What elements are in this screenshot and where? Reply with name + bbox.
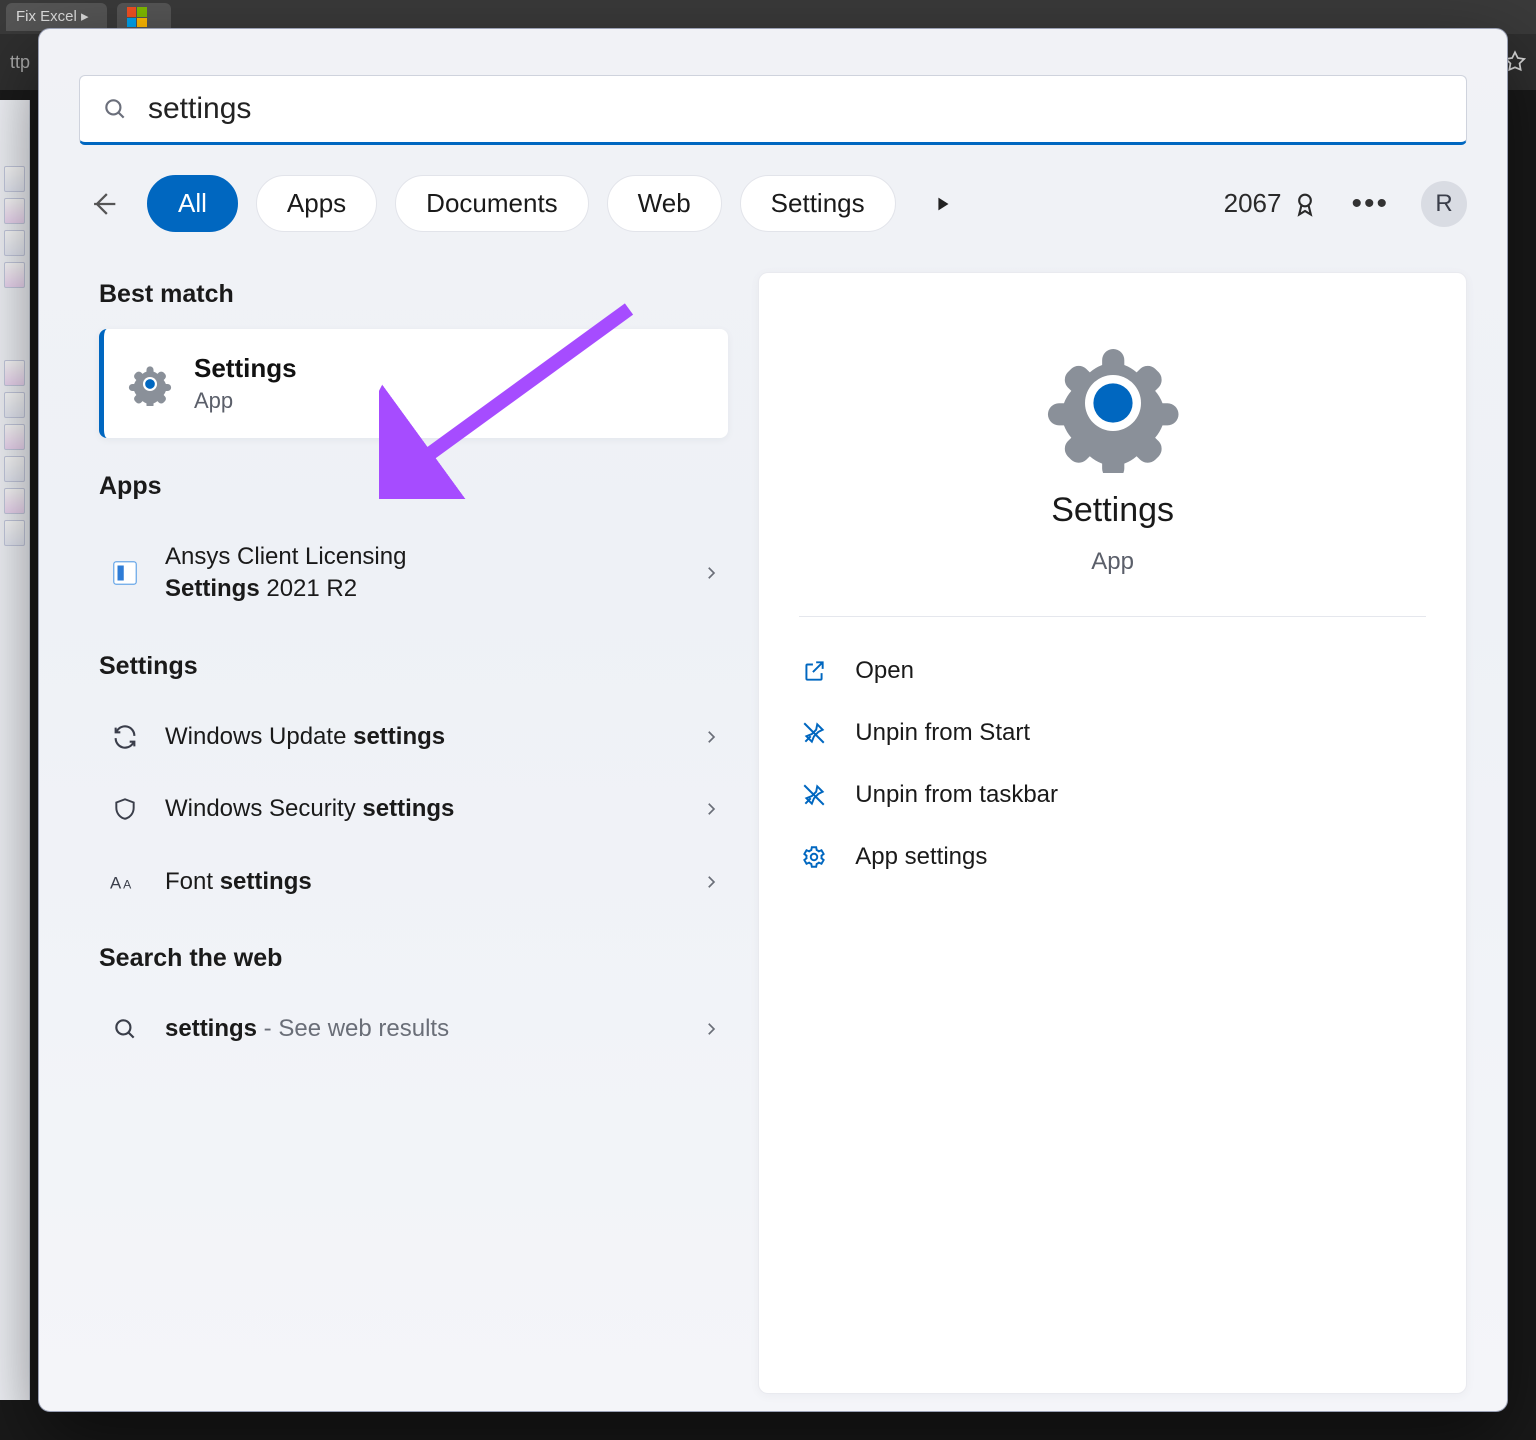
filter-tab-settings[interactable]: Settings	[740, 175, 896, 232]
best-match-title: Settings	[194, 353, 297, 384]
action-open[interactable]: Open	[799, 657, 1426, 685]
gear-icon	[128, 362, 172, 406]
microsoft-logo-icon	[127, 7, 147, 27]
browser-tab[interactable]: Fix Excel ▸	[6, 3, 107, 31]
detail-subtitle: App	[1091, 548, 1134, 576]
action-label: Unpin from Start	[855, 719, 1030, 747]
settings-result-text: Windows Update settings	[165, 721, 680, 753]
unpin-icon	[799, 720, 829, 746]
settings-result-text: Windows Security settings	[165, 793, 680, 825]
rewards-medal-icon	[1291, 190, 1319, 218]
settings-result-item[interactable]: Windows Security settings	[99, 773, 728, 845]
windows-search-panel: All Apps Documents Web Settings 2067 •••…	[38, 28, 1508, 1412]
chevron-right-icon	[702, 728, 720, 746]
web-result-item[interactable]: settings - See web results	[99, 993, 728, 1065]
more-options-icon[interactable]: •••	[1337, 187, 1403, 221]
settings-result-item[interactable]: Windows Update settings	[99, 701, 728, 773]
action-unpin-start[interactable]: Unpin from Start	[799, 719, 1426, 747]
more-filters-icon[interactable]	[932, 193, 954, 215]
search-icon	[102, 96, 128, 122]
section-best-match: Best match	[99, 280, 728, 309]
best-match-subtitle: App	[194, 388, 297, 414]
search-input[interactable]	[148, 92, 1444, 126]
chevron-right-icon	[702, 1020, 720, 1038]
filter-tab-all[interactable]: All	[147, 175, 238, 232]
svg-text:A: A	[123, 877, 132, 891]
action-label: Open	[855, 657, 914, 685]
points-value: 2067	[1224, 188, 1282, 219]
search-input-container[interactable]	[79, 75, 1467, 145]
filter-tab-documents[interactable]: Documents	[395, 175, 589, 232]
address-fragment: ttp	[10, 52, 30, 73]
action-label: App settings	[855, 843, 987, 871]
section-apps: Apps	[99, 472, 728, 501]
filter-tab-web[interactable]: Web	[607, 175, 722, 232]
action-app-settings[interactable]: App settings	[799, 843, 1426, 871]
chevron-right-icon	[702, 873, 720, 891]
chevron-right-icon	[702, 800, 720, 818]
settings-result-item[interactable]: AA Font settings	[99, 846, 728, 918]
rewards-points[interactable]: 2067	[1224, 188, 1320, 219]
user-avatar[interactable]: R	[1421, 181, 1467, 227]
app-result-text: Ansys Client Licensing Settings 2021 R2	[165, 541, 680, 606]
detail-pane: Settings App Open Unpin from Sta	[758, 272, 1467, 1394]
web-result-text: settings - See web results	[165, 1013, 680, 1045]
detail-title: Settings	[1051, 491, 1174, 530]
action-label: Unpin from taskbar	[855, 781, 1058, 809]
font-icon: AA	[107, 869, 143, 895]
refresh-icon	[107, 723, 143, 751]
results-column: Best match Settings App	[99, 272, 728, 1394]
background-app-sliver	[0, 100, 30, 1400]
search-icon	[107, 1016, 143, 1042]
settings-result-text: Font settings	[165, 866, 680, 898]
filter-tabs-row: All Apps Documents Web Settings 2067 •••…	[39, 145, 1507, 232]
app-result-item[interactable]: Ansys Client Licensing Settings 2021 R2	[99, 521, 728, 626]
gear-icon	[1043, 333, 1183, 473]
browser-tab[interactable]	[117, 3, 171, 31]
filter-tab-apps[interactable]: Apps	[256, 175, 377, 232]
shield-icon	[107, 794, 143, 824]
best-match-result[interactable]: Settings App	[99, 329, 728, 438]
chevron-right-icon	[702, 564, 720, 582]
gear-outline-icon	[799, 844, 829, 870]
section-search-web: Search the web	[99, 944, 728, 973]
action-unpin-taskbar[interactable]: Unpin from taskbar	[799, 781, 1426, 809]
svg-text:A: A	[110, 873, 122, 892]
unpin-icon	[799, 782, 829, 808]
app-tile-icon	[107, 558, 143, 588]
open-external-icon	[799, 658, 829, 684]
back-arrow-icon[interactable]	[79, 179, 129, 229]
section-settings: Settings	[99, 652, 728, 681]
